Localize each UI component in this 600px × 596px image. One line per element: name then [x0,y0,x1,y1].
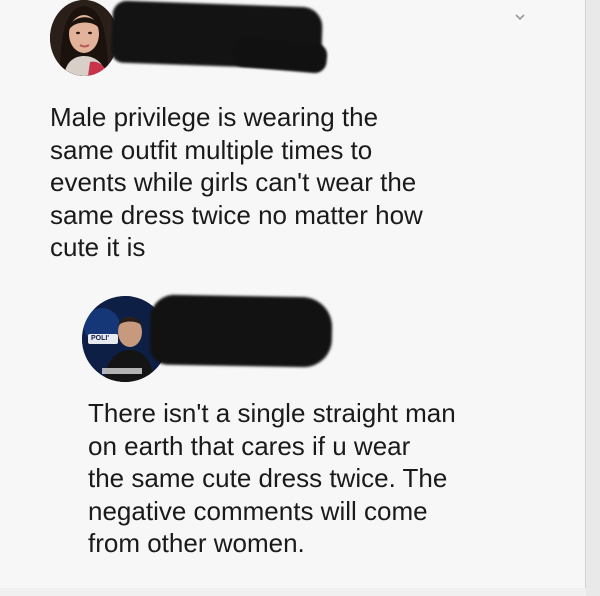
author-portrait-icon [50,0,118,76]
post-card: Male privilege is wearing the same outfi… [0,0,586,596]
avatar-badge-text: POLI' [91,335,109,342]
reply-text: There isn't a single straight man on ear… [88,398,456,558]
chevron-down-icon[interactable] [512,10,528,26]
reply-author-redaction [149,294,333,368]
author-avatar[interactable] [50,0,118,76]
card-bottom-edge [0,588,586,596]
post-text: Male privilege is wearing the same outfi… [50,102,423,262]
